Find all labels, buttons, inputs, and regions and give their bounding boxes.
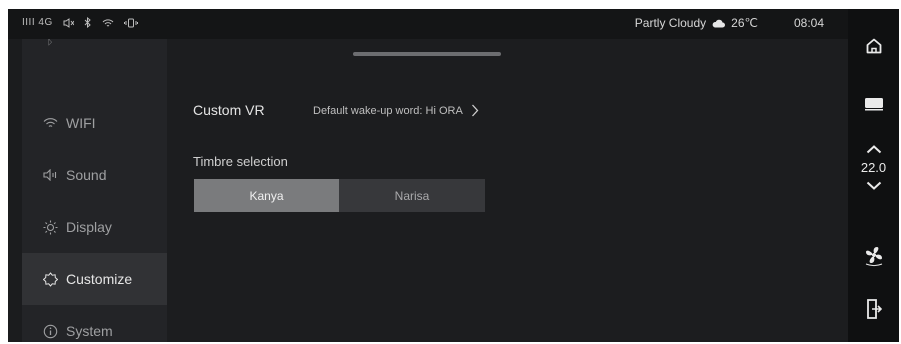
bluetooth-icon (84, 17, 91, 28)
home-icon (866, 38, 881, 54)
sidebar-item-label: Display (66, 219, 112, 235)
sidebar-item-bluetooth-partial[interactable]: ᛒ (22, 39, 167, 65)
cabin-temperature: 22.0 (860, 160, 887, 175)
info-icon (42, 323, 58, 339)
timbre-option-kanya[interactable]: Kanya (194, 179, 339, 212)
home-button[interactable] (848, 37, 899, 55)
weather-text: Partly Cloudy (634, 16, 707, 30)
sidebar-item-customize[interactable]: Customize (22, 253, 167, 305)
chevron-right-icon (471, 104, 479, 117)
brightness-icon (42, 219, 58, 235)
wifi-status-icon (102, 18, 114, 26)
fan-icon (865, 247, 882, 266)
drag-handle[interactable] (353, 52, 501, 56)
screen-icon (864, 98, 883, 111)
speaker-icon (42, 167, 58, 183)
timbre-selection-title: Timbre selection (193, 154, 288, 169)
status-bar: IIII 4G Partly Cloudy 26℃ 08:04 (8, 9, 848, 39)
custom-vr-title: Custom VR (193, 102, 265, 118)
sidebar-item-label: Customize (66, 271, 133, 287)
sidebar-item-wifi[interactable]: WIFI (22, 97, 167, 149)
exit-door-icon (866, 299, 882, 319)
sidebar-item-label: Sound (66, 167, 107, 183)
wake-word-value: Default wake-up word: Hi ORA (313, 104, 463, 117)
temperature-down-icon[interactable] (866, 181, 882, 190)
bluetooth-icon: ᛒ (46, 39, 54, 47)
wifi-icon (42, 115, 58, 131)
settings-sidebar: ᛒ WIFI Sound Display Customize System (22, 39, 167, 342)
status-icons: IIII 4G (22, 17, 138, 28)
temperature-control: 22.0 (848, 145, 899, 190)
timbre-option-narisa[interactable]: Narisa (339, 179, 485, 212)
timbre-segmented-control: Kanya Narisa (194, 179, 485, 212)
infotainment-screen: IIII 4G Partly Cloudy 26℃ 08:04 ᛒ WIFI S… (8, 9, 899, 342)
status-weather-time: Partly Cloudy 26℃ 08:04 (635, 16, 824, 30)
vibrate-icon (123, 18, 138, 27)
seat-exit-button[interactable] (848, 299, 899, 319)
sidebar-item-system[interactable]: System (22, 305, 167, 342)
custom-vr-setting[interactable]: Default wake-up word: Hi ORA (313, 104, 479, 117)
cloud-icon (712, 19, 726, 27)
mute-icon (63, 17, 74, 28)
signal-indicator: IIII 4G (22, 17, 53, 28)
sidebar-item-label: WIFI (66, 115, 96, 131)
customize-panel: Custom VR Default wake-up word: Hi ORA T… (167, 39, 848, 342)
display-mode-button[interactable] (848, 97, 899, 111)
outside-temperature: 26℃ (731, 16, 758, 30)
customize-icon (42, 271, 58, 287)
sidebar-item-display[interactable]: Display (22, 201, 167, 253)
sidebar-item-label: System (66, 323, 113, 339)
sidebar-item-sound[interactable]: Sound (22, 149, 167, 201)
temperature-up-icon[interactable] (866, 145, 882, 154)
fan-button[interactable] (848, 245, 899, 267)
quick-control-rail: 22.0 (848, 9, 899, 342)
clock: 08:04 (793, 16, 824, 30)
